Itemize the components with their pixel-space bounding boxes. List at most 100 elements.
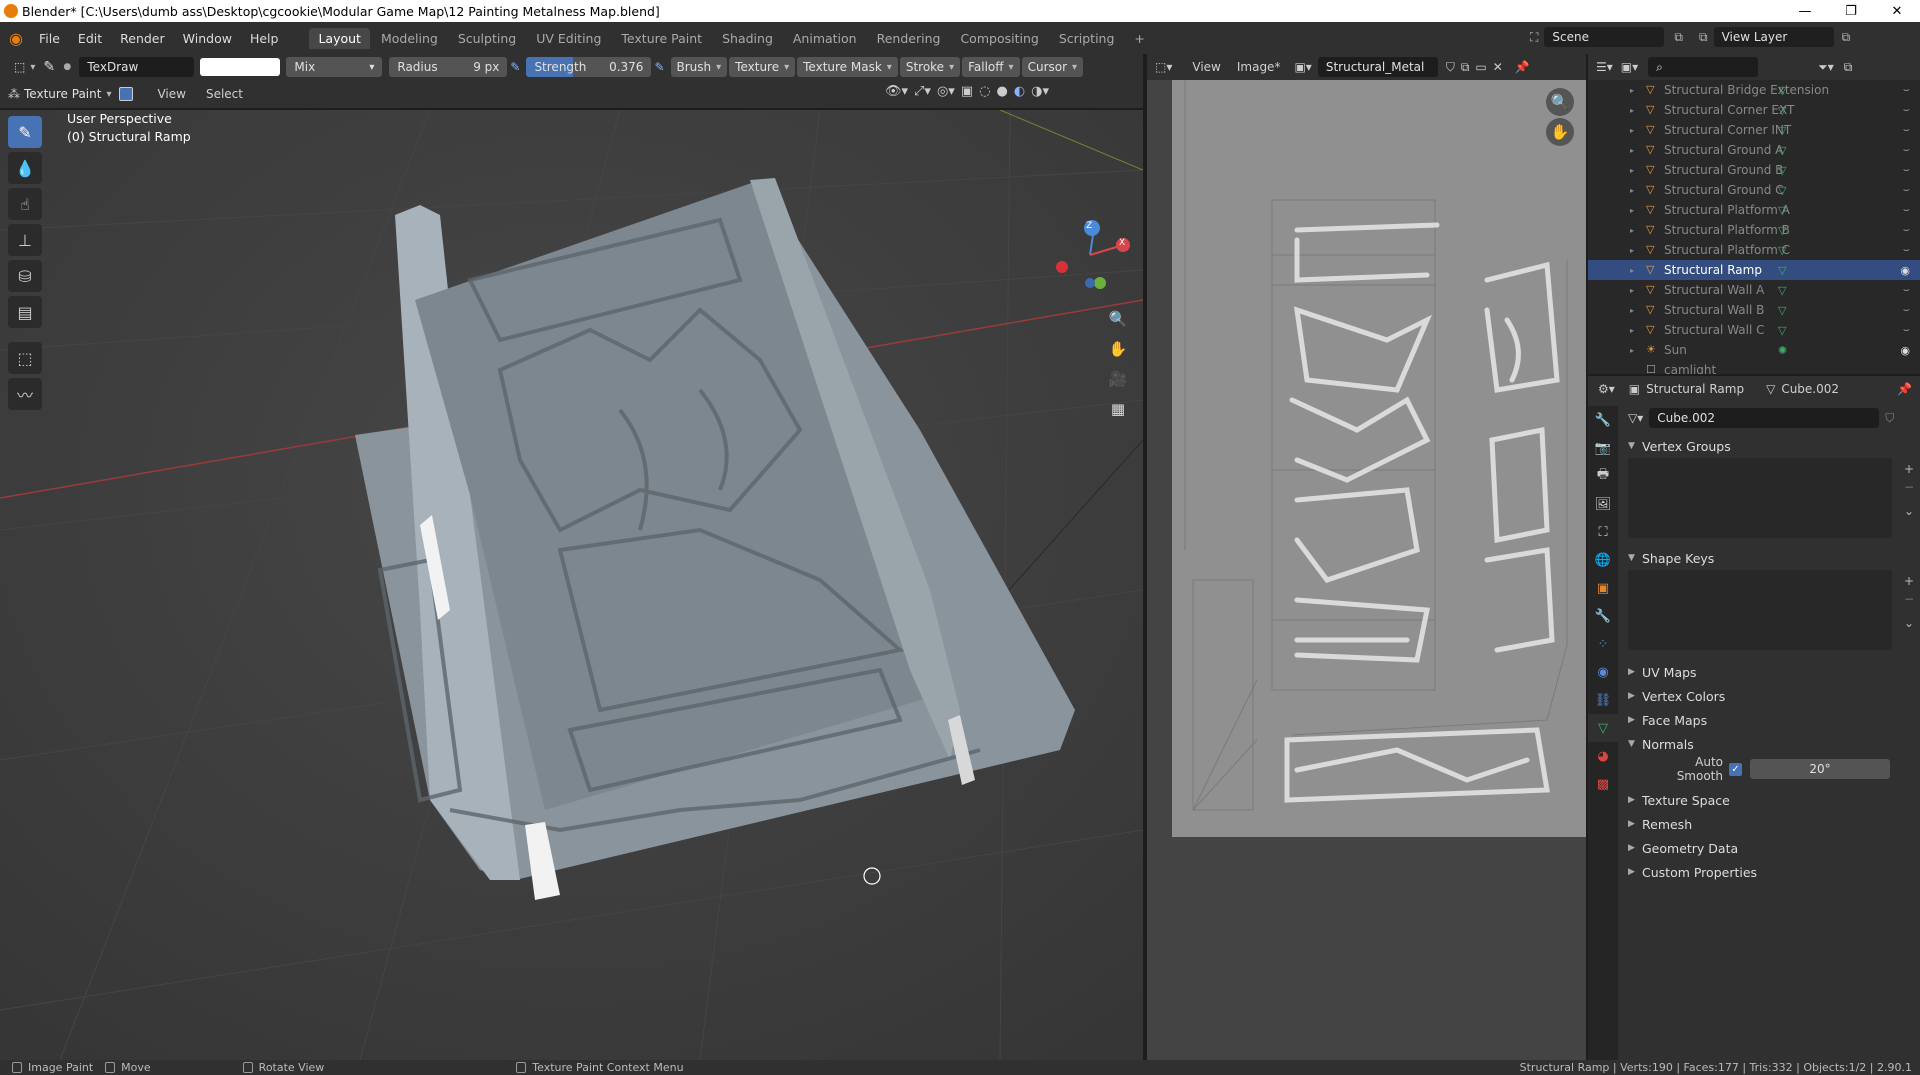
auto-smooth-checkbox[interactable]: ✓ — [1729, 762, 1742, 776]
tab-material-icon[interactable]: ◕ — [1588, 742, 1618, 770]
mesh-data-icon[interactable]: ▽ — [1778, 124, 1786, 137]
visibility-eye-icon[interactable]: ⌣ — [1903, 243, 1910, 257]
shading-rendered-icon[interactable]: ◑▾ — [1031, 84, 1049, 99]
visibility-eye-icon[interactable]: ◉ — [1900, 264, 1910, 277]
visibility-eye-icon[interactable]: ⌣ — [1903, 223, 1910, 237]
mesh-browse-icon[interactable]: ▽▾ — [1628, 411, 1643, 425]
visibility-eye-icon[interactable]: ⌣ — [1903, 163, 1910, 177]
visibility-eye-icon[interactable]: ◉ — [1900, 344, 1910, 357]
outliner-item[interactable]: ▸ ▽ Structural Wall C ▽ ⌣ — [1588, 320, 1920, 340]
tab-tool-icon[interactable]: 🔧 — [1588, 406, 1618, 434]
panel-vertex-colors[interactable]: ▶ Vertex Colors — [1618, 684, 1920, 708]
expand-arrow-icon[interactable]: ▸ — [1630, 326, 1634, 335]
tab-scene-icon[interactable]: ⛶ — [1588, 518, 1618, 546]
mesh-data-icon[interactable]: ▽ — [1778, 264, 1786, 277]
expand-arrow-icon[interactable]: ▸ — [1630, 86, 1634, 95]
outliner-editor-type-icon[interactable]: ☰▾ — [1596, 60, 1613, 74]
mesh-data-icon[interactable]: ▽ — [1778, 164, 1786, 177]
mask-tool-icon[interactable]: ▤ — [8, 296, 42, 328]
outliner-item[interactable]: ▸ ▽ Structural Ground C ▽ ⌣ — [1588, 180, 1920, 200]
expand-arrow-icon[interactable]: ▸ — [1630, 306, 1634, 315]
workspace-tab-rendering[interactable]: Rendering — [868, 28, 950, 49]
visibility-eye-icon[interactable]: ⌣ — [1903, 143, 1910, 157]
3d-viewport[interactable]: Z X User Perspective (0) Structural Ramp… — [0, 110, 1143, 1060]
mesh-data-icon[interactable]: ▽ — [1778, 184, 1786, 197]
image-name-field[interactable]: Structural_Metal — [1317, 57, 1438, 77]
outliner-item[interactable]: ▸ ▽ Structural Wall A ▽ ⌣ — [1588, 280, 1920, 300]
tab-view-layer-icon[interactable]: 🖼 — [1588, 490, 1618, 518]
tab-render-icon[interactable]: 📷 — [1588, 434, 1618, 462]
mesh-data-icon[interactable]: ▽ — [1778, 244, 1786, 257]
ortho-grid-icon[interactable]: ▦ — [1104, 395, 1132, 423]
draw-tool-icon[interactable]: ✎ — [8, 116, 42, 148]
camera-icon[interactable]: 🎥 — [1104, 365, 1132, 393]
editor-type-icon[interactable]: ⬚ — [8, 57, 41, 77]
image-zoom-icon[interactable]: 🔍 — [1546, 88, 1574, 116]
workspace-tab-shading[interactable]: Shading — [713, 28, 782, 49]
visibility-eye-icon[interactable]: ⌣ — [1903, 283, 1910, 297]
panel-texture-space[interactable]: ▶ Texture Space — [1618, 788, 1920, 812]
scene-add-icon[interactable]: ⧉ — [1674, 30, 1683, 45]
outliner-item[interactable]: ▸ ▽ Structural Bridge Extension ▽ ⌣ — [1588, 80, 1920, 100]
scene-selector[interactable]: Scene — [1544, 27, 1665, 47]
outliner-item[interactable]: ▸ ▽ Structural Ramp ▽ ◉ — [1588, 260, 1920, 280]
falloff-menu[interactable]: Falloff — [962, 57, 1020, 77]
mesh-name-field[interactable]: Cube.002 — [1649, 408, 1880, 428]
image-pan-hand-icon[interactable]: ✋ — [1546, 118, 1574, 146]
mesh-data-icon[interactable]: ▽ — [1778, 304, 1786, 317]
new-collection-icon[interactable]: ⧉ — [1844, 60, 1853, 75]
expand-arrow-icon[interactable]: ▸ — [1630, 166, 1634, 175]
panel-custom-properties[interactable]: ▶ Custom Properties — [1618, 860, 1920, 884]
view-menu[interactable]: View — [147, 87, 195, 101]
workspace-tab-animation[interactable]: Animation — [784, 28, 866, 49]
image-browse-icon[interactable]: ▣▾ — [1294, 60, 1311, 74]
outliner-item[interactable]: ▸ ▽ Structural Wall B ▽ ⌣ — [1588, 300, 1920, 320]
mesh-data-icon[interactable]: ▽ — [1778, 144, 1786, 157]
expand-arrow-icon[interactable]: ▸ — [1630, 246, 1634, 255]
image-editor-type-icon[interactable]: ⬚▾ — [1155, 60, 1172, 74]
view-layer-icon[interactable]: ⧉ — [1699, 30, 1708, 45]
annotate-tool-icon[interactable]: 〰 — [8, 378, 42, 410]
visibility-eye-icon[interactable]: ⌣ — [1903, 303, 1910, 317]
expand-arrow-icon[interactable]: ▸ — [1630, 286, 1634, 295]
outliner-item[interactable]: ▸ ▽ Structural Platform A ▽ ⌣ — [1588, 200, 1920, 220]
visibility-icon[interactable]: 👁▾ — [885, 84, 908, 99]
radius-field[interactable]: Radius 9 px — [389, 57, 508, 77]
shading-solid-icon[interactable]: ● — [996, 84, 1007, 99]
panel-shape-keys[interactable]: ▼ Shape Keys — [1618, 546, 1920, 570]
expand-arrow-icon[interactable]: ▸ — [1630, 146, 1634, 155]
scene-icon[interactable]: ⛶ — [1530, 30, 1538, 45]
mesh-data-icon[interactable]: ▽ — [1778, 204, 1786, 217]
blender-menu-icon[interactable]: ◉ — [2, 27, 30, 49]
shape-key-add-icon[interactable]: + — [1904, 574, 1914, 588]
image-view-menu[interactable]: View — [1184, 60, 1228, 74]
panel-uv-maps[interactable]: ▶ UV Maps — [1618, 660, 1920, 684]
smear-tool-icon[interactable]: ☝ — [8, 188, 42, 220]
panel-vertex-groups[interactable]: ▼ Vertex Groups — [1618, 434, 1920, 458]
cursor-menu[interactable]: Cursor — [1021, 57, 1084, 77]
filter-icon[interactable]: ⏷▾ — [1818, 60, 1834, 75]
texture-menu[interactable]: Texture — [729, 57, 796, 77]
mesh-data-icon[interactable]: ▽ — [1778, 224, 1786, 237]
expand-arrow-icon[interactable]: ▸ — [1630, 186, 1634, 195]
shading-wireframe-icon[interactable]: ◌ — [979, 84, 990, 99]
tab-world-icon[interactable]: 🌐 — [1588, 546, 1618, 574]
pin-icon[interactable]: 📌 — [1515, 60, 1530, 74]
workspace-tab-sculpting[interactable]: Sculpting — [449, 28, 525, 49]
maximize-button[interactable]: ❐ — [1828, 0, 1874, 22]
outliner-item[interactable]: ▸ ▽ Structural Corner EXT ▽ ⌣ — [1588, 100, 1920, 120]
brush-name-field[interactable]: TexDraw — [79, 57, 195, 77]
outliner-search-input[interactable]: ⌕ — [1648, 57, 1759, 77]
soften-tool-icon[interactable]: 💧 — [8, 152, 42, 184]
radius-pressure-icon[interactable]: ✎ — [510, 60, 520, 74]
properties-editor-type-icon[interactable]: ⚙▾ — [1598, 382, 1615, 396]
menu-edit[interactable]: Edit — [69, 31, 111, 46]
visibility-eye-icon[interactable]: ⌣ — [1903, 203, 1910, 217]
select-menu[interactable]: Select — [196, 87, 253, 101]
visibility-eye-icon[interactable]: ⌣ — [1903, 103, 1910, 117]
panel-remesh[interactable]: ▶ Remesh — [1618, 812, 1920, 836]
mesh-data-icon[interactable]: ▽ — [1778, 104, 1786, 117]
zoom-icon[interactable]: 🔍 — [1104, 305, 1132, 333]
expand-arrow-icon[interactable]: ▸ — [1630, 346, 1634, 355]
outliner-item[interactable]: ▸ ☀ Sun ✺ ◉ — [1588, 340, 1920, 360]
